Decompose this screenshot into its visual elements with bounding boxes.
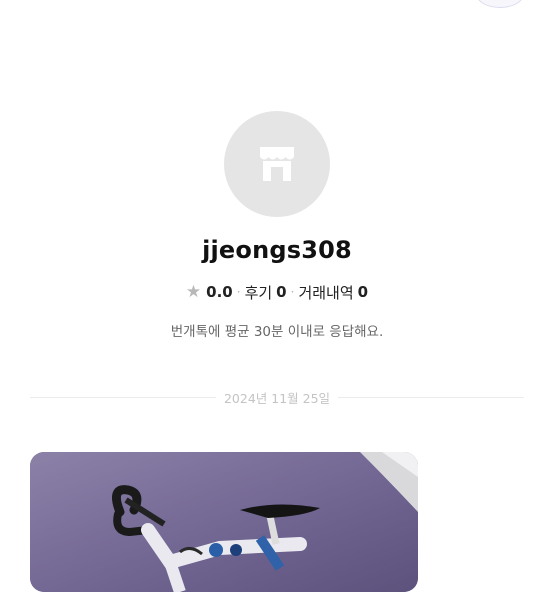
date-label: 2024년 11월 25일 (223, 390, 331, 406)
transactions-count[interactable]: 0 (358, 283, 368, 301)
reviews-count[interactable]: 0 (276, 283, 286, 301)
transactions-label[interactable]: 거래내역 (298, 282, 353, 303)
seller-stats: ★ 0.0 · 후기 0 · 거래내역 0 (0, 280, 554, 304)
date-divider: 2024년 11월 25일 (30, 387, 525, 407)
star-icon: ★ (185, 282, 202, 302)
separator: · (236, 285, 241, 299)
rating-value: 0.0 (206, 283, 233, 301)
reviews-label[interactable]: 후기 (245, 282, 273, 303)
response-time-note: 번개톡에 평균 30분 이내로 응답해요. (170, 324, 384, 340)
top-right-avatar[interactable] (476, 0, 524, 8)
store-icon (260, 147, 294, 181)
username: jjeongs308 (202, 236, 352, 264)
chat-image-message[interactable] (30, 452, 418, 592)
shop-avatar (224, 111, 330, 217)
bicycle-photo (30, 452, 418, 592)
separator: · (290, 285, 295, 299)
divider-line-right (338, 396, 525, 398)
divider-line-left (30, 396, 216, 398)
